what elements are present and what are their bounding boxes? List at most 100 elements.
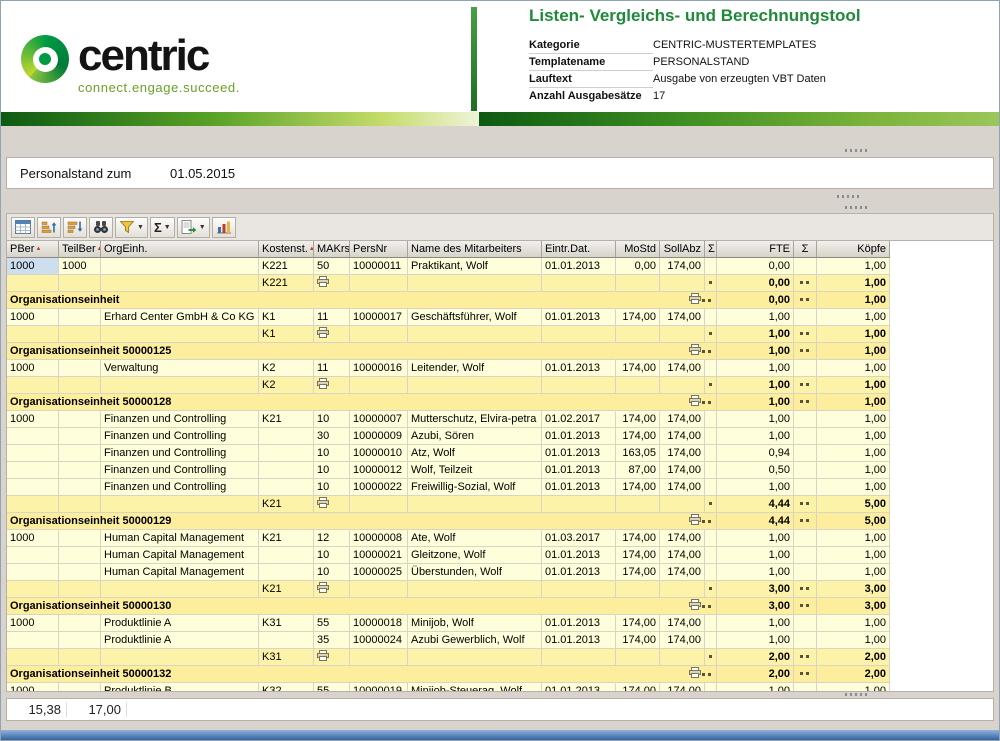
splitter-grip-icon[interactable]	[845, 693, 869, 696]
cell-persnr[interactable]	[350, 377, 408, 394]
cell-kostenst[interactable]: K1	[259, 309, 314, 326]
cell-sum1[interactable]	[705, 564, 717, 581]
cell-mostd[interactable]	[616, 581, 660, 598]
cell-persnr[interactable]: 10000011	[350, 258, 408, 275]
cell-persnr[interactable]: 10000019	[350, 683, 408, 691]
cell-sum2[interactable]	[794, 547, 817, 564]
cell-orgeinh[interactable]: Finanzen und Controlling	[101, 411, 259, 428]
cell-sollabz[interactable]: 174,00	[660, 309, 705, 326]
grid-row-data[interactable]: 10001000K2215010000011Praktikant, Wolf01…	[7, 258, 890, 275]
cell-mostd[interactable]	[616, 496, 660, 513]
column-header-persnr[interactable]: PersNr	[350, 241, 408, 258]
drilldown-icon[interactable]	[317, 499, 329, 511]
cell-koepfe[interactable]: 1,00	[817, 547, 890, 564]
cell-sum1[interactable]	[705, 462, 717, 479]
find-button[interactable]	[89, 217, 113, 238]
cell-pber[interactable]	[7, 275, 59, 292]
column-header-eintrdat[interactable]: Eintr.Dat.	[542, 241, 616, 258]
cell-mostd[interactable]	[616, 275, 660, 292]
cell-pber[interactable]	[7, 564, 59, 581]
cell-sollabz[interactable]: 174,00	[660, 564, 705, 581]
drilldown-icon[interactable]	[317, 278, 329, 290]
cell-orgeinh[interactable]: Erhard Center GmbH & Co KG	[101, 309, 259, 326]
cell-orgeinh[interactable]: Finanzen und Controlling	[101, 445, 259, 462]
cell-name[interactable]: Leitender, Wolf	[408, 360, 542, 377]
cell-koepfe[interactable]: 1,00	[817, 462, 890, 479]
cell-kostenst[interactable]: K21	[259, 411, 314, 428]
cell-kostenst[interactable]: K2	[259, 377, 314, 394]
cell-persnr[interactable]: 10000024	[350, 632, 408, 649]
cell-eintrdat[interactable]: 01.01.2013	[542, 683, 616, 691]
cell-makrs[interactable]	[314, 496, 350, 513]
cell-orgeinh[interactable]: Human Capital Management	[101, 564, 259, 581]
cell-name[interactable]	[408, 649, 542, 666]
splitter-grip-icon[interactable]	[845, 149, 869, 152]
cell-eintrdat[interactable]	[542, 275, 616, 292]
cell-sollabz[interactable]	[660, 326, 705, 343]
cell-eintrdat[interactable]	[542, 496, 616, 513]
drilldown-icon[interactable]	[317, 584, 329, 596]
cell-sum2[interactable]	[794, 462, 817, 479]
details-view-button[interactable]	[11, 217, 35, 238]
column-header-makrs[interactable]: MAKrs	[314, 241, 350, 258]
cell-persnr[interactable]: 10000008	[350, 530, 408, 547]
cell-mostd[interactable]: 174,00	[616, 479, 660, 496]
cell-teilber[interactable]	[59, 411, 101, 428]
cell-sollabz[interactable]: 174,00	[660, 615, 705, 632]
cell-makrs[interactable]: 30	[314, 428, 350, 445]
cell-eintrdat[interactable]	[542, 649, 616, 666]
cell-teilber[interactable]	[59, 564, 101, 581]
column-header-kostenst[interactable]: Kostenst.▲	[259, 241, 314, 258]
cell-orgeinh[interactable]	[101, 496, 259, 513]
chart-button[interactable]	[212, 217, 236, 238]
grid-row-subtotal[interactable]: K11,001,00	[7, 326, 890, 343]
cell-makrs[interactable]	[314, 275, 350, 292]
export-button[interactable]: ▼	[177, 217, 210, 238]
grid-row-group[interactable]: Organisationseinheit 500001303,003,00	[7, 598, 890, 615]
grid-row-data[interactable]: 1000VerwaltungK21110000016Leitender, Wol…	[7, 360, 890, 377]
cell-sollabz[interactable]: 174,00	[660, 530, 705, 547]
cell-pber[interactable]	[7, 581, 59, 598]
splitter-grip-icon[interactable]	[845, 206, 869, 209]
cell-pber[interactable]: 1000	[7, 683, 59, 691]
cell-sum2[interactable]	[794, 309, 817, 326]
cell-sum2[interactable]	[794, 564, 817, 581]
cell-orgeinh[interactable]	[101, 581, 259, 598]
cell-orgeinh[interactable]: Human Capital Management	[101, 547, 259, 564]
cell-name[interactable]	[408, 581, 542, 598]
cell-koepfe[interactable]: 1,00	[817, 360, 890, 377]
cell-sum2[interactable]	[794, 445, 817, 462]
cell-kostenst[interactable]	[259, 479, 314, 496]
cell-makrs[interactable]: 10	[314, 479, 350, 496]
cell-makrs[interactable]: 10	[314, 445, 350, 462]
cell-makrs[interactable]: 10	[314, 564, 350, 581]
column-header-sollabz[interactable]: SollAbz	[660, 241, 705, 258]
grid-row-subtotal[interactable]: K2210,001,00	[7, 275, 890, 292]
grid-row-data[interactable]: Finanzen und Controlling1010000022Freiwi…	[7, 479, 890, 496]
cell-fte[interactable]: 1,00	[717, 547, 794, 564]
cell-eintrdat[interactable]: 01.01.2013	[542, 428, 616, 445]
cell-sollabz[interactable]: 174,00	[660, 462, 705, 479]
cell-koepfe[interactable]: 1,00	[817, 632, 890, 649]
cell-makrs[interactable]: 10	[314, 411, 350, 428]
grid-row-data[interactable]: Human Capital Management1010000021Gleitz…	[7, 547, 890, 564]
cell-makrs[interactable]	[314, 326, 350, 343]
cell-teilber[interactable]	[59, 275, 101, 292]
cell-kostenst[interactable]	[259, 428, 314, 445]
cell-kostenst[interactable]	[259, 445, 314, 462]
cell-persnr[interactable]: 10000016	[350, 360, 408, 377]
cell-persnr[interactable]	[350, 326, 408, 343]
cell-sum2[interactable]	[794, 632, 817, 649]
cell-sum1[interactable]	[705, 683, 717, 691]
cell-fte[interactable]: 1,00	[717, 615, 794, 632]
cell-fte[interactable]: 1,00	[717, 530, 794, 547]
drilldown-icon[interactable]	[689, 293, 701, 308]
cell-eintrdat[interactable]: 01.01.2013	[542, 632, 616, 649]
cell-persnr[interactable]	[350, 496, 408, 513]
grid-row-subtotal[interactable]: K214,445,00	[7, 496, 890, 513]
cell-sollabz[interactable]	[660, 496, 705, 513]
cell-name[interactable]	[408, 377, 542, 394]
splitter-top[interactable]	[1, 126, 999, 157]
cell-teilber[interactable]	[59, 547, 101, 564]
cell-kostenst[interactable]	[259, 547, 314, 564]
